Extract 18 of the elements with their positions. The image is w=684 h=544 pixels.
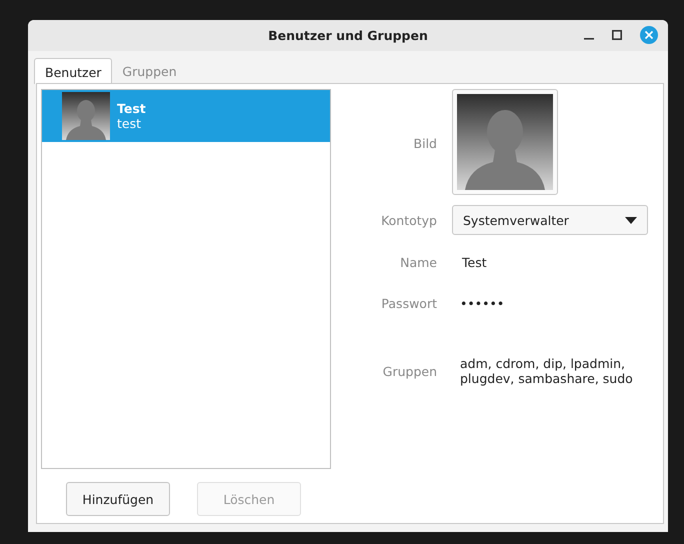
password-value[interactable]: •••••• <box>452 296 648 310</box>
account-type-dropdown[interactable]: Systemverwalter <box>452 205 648 235</box>
caret-icon <box>625 216 637 224</box>
name-value[interactable]: Test <box>452 254 648 270</box>
tab[interactable]: Benutzer <box>34 58 112 84</box>
dropdown-value: Systemverwalter <box>463 212 569 228</box>
button[interactable]: Hinzufügen <box>66 482 170 516</box>
maximize-icon[interactable] <box>612 30 622 40</box>
close-icon[interactable] <box>640 26 658 44</box>
window-title: Benutzer und Gruppen <box>268 28 428 43</box>
field-label: Bild <box>412 136 437 150</box>
field-label: Passwort <box>380 296 437 310</box>
field-label: Kontotyp <box>380 212 437 228</box>
field-label: Gruppen <box>382 364 437 378</box>
user-login: test <box>117 116 142 131</box>
groups-value[interactable]: adm, cdrom, dip, lpadmin, plugdev, sambashare, sudo <box>452 356 640 386</box>
user-name: Test <box>117 101 146 116</box>
field-label: Name <box>399 254 437 270</box>
